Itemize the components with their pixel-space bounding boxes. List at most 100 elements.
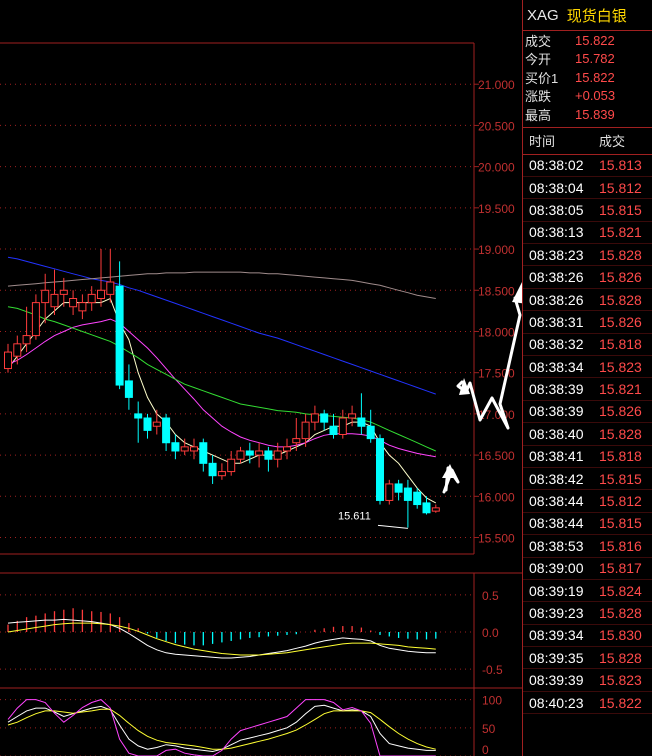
candle xyxy=(171,434,180,460)
price-tick-label: 18.000 xyxy=(478,325,515,339)
candle xyxy=(134,401,143,443)
candle xyxy=(366,409,375,443)
tick-row[interactable]: 08:39:23 15.828 xyxy=(523,602,652,625)
candle xyxy=(69,290,78,315)
tick-time: 08:39:00 xyxy=(529,560,584,577)
price-tick-label: 18.500 xyxy=(478,284,515,298)
price-tick-label: 17.500 xyxy=(478,367,515,381)
tick-row[interactable]: 08:40:23 15.822 xyxy=(523,692,652,715)
quote-panel: XAG 现货白银 成交 15.822 今开 15.782 买价1 15.822 涨跌 +0.0… xyxy=(522,0,652,756)
candle-body xyxy=(366,425,375,440)
tick-row[interactable]: 08:38:44 15.812 xyxy=(523,490,652,513)
tick-price: 15.826 xyxy=(599,269,642,286)
candle xyxy=(394,479,403,501)
price-tick-label: 15.500 xyxy=(478,532,515,546)
kdj-k-line xyxy=(7,704,436,753)
quote-field-value: 15.782 xyxy=(575,51,615,67)
tick-time: 08:38:04 xyxy=(529,179,584,196)
tick-row[interactable]: 08:39:39 15.823 xyxy=(523,669,652,692)
quote-field-row: 今开 15.782 xyxy=(523,50,652,69)
candle-body xyxy=(413,491,422,506)
quote-field-row: 涨跌 +0.053 xyxy=(523,87,652,106)
tick-time: 08:38:26 xyxy=(529,269,584,286)
candle-body xyxy=(22,335,31,345)
ma-line xyxy=(7,256,436,395)
low-annotation-label: 15.611 xyxy=(338,510,371,522)
quote-field-value: +0.053 xyxy=(575,88,616,104)
kdj-j-line xyxy=(7,699,436,756)
price-tick-label: 16.500 xyxy=(478,449,515,463)
tick-price: 15.828 xyxy=(599,605,642,621)
tick-row[interactable]: 08:38:26 15.828 xyxy=(523,289,652,312)
tick-row[interactable]: 08:38:39 15.826 xyxy=(523,401,652,424)
tick-time-header: 时间 xyxy=(529,134,556,149)
macd-tick-label: 0.5 xyxy=(482,589,499,603)
candle xyxy=(190,438,198,460)
tick-price: 15.828 xyxy=(599,649,642,666)
tick-row[interactable]: 08:38:34 15.823 xyxy=(523,356,652,379)
tick-price: 15.813 xyxy=(599,157,642,174)
tick-row[interactable]: 08:38:23 15.828 xyxy=(523,244,652,267)
candle-body xyxy=(208,462,217,477)
tick-row[interactable]: 08:39:19 15.824 xyxy=(523,580,652,603)
chart-area[interactable]: 21.000 20.500 20.000 19.500 19.000 18.500 18.0… xyxy=(0,0,522,756)
tick-time: 08:38:41 xyxy=(529,448,584,465)
tick-price: 15.828 xyxy=(599,246,642,263)
symbol-code: XAG xyxy=(527,6,559,24)
quote-field-value: 15.839 xyxy=(575,106,615,122)
tick-row[interactable]: 08:38:04 15.812 xyxy=(523,177,652,200)
candle-body xyxy=(273,450,282,460)
candle xyxy=(236,446,245,464)
candle xyxy=(227,450,236,476)
tick-row[interactable]: 08:38:31 15.826 xyxy=(523,311,652,334)
price-tick-label: 21.000 xyxy=(478,78,515,92)
tick-price: 15.824 xyxy=(599,582,642,599)
candle-body xyxy=(431,507,440,512)
candle-body xyxy=(292,438,301,444)
tick-row[interactable]: 08:38:40 15.828 xyxy=(523,423,652,446)
tick-row[interactable]: 08:39:00 15.817 xyxy=(523,558,652,580)
macd-tick-label: 0.0 xyxy=(482,626,499,640)
tick-price-header: 成交 xyxy=(599,134,626,149)
price-tick-label: 19.000 xyxy=(478,243,515,257)
candle-body xyxy=(357,417,366,427)
tick-price: 15.816 xyxy=(599,537,642,554)
tick-row[interactable]: 08:38:39 15.821 xyxy=(523,378,652,401)
candle-body xyxy=(348,413,357,419)
tick-row[interactable]: 08:38:13 15.821 xyxy=(523,222,652,245)
price-tick-label: 19.500 xyxy=(478,202,515,216)
candle-body xyxy=(4,351,12,370)
candle xyxy=(152,409,161,435)
tick-row[interactable]: 08:39:35 15.828 xyxy=(523,647,652,670)
ma-line xyxy=(7,271,436,299)
candle xyxy=(143,413,152,439)
tick-row[interactable]: 08:38:53 15.816 xyxy=(523,535,652,558)
quote-field-row: 买价1 15.822 xyxy=(523,68,652,87)
tick-price: 15.818 xyxy=(599,448,642,465)
candle-body xyxy=(143,417,152,431)
tick-row[interactable]: 08:38:26 15.826 xyxy=(523,266,652,289)
tick-row[interactable]: 08:38:42 15.815 xyxy=(523,468,652,491)
kdj-tick-label: 0 xyxy=(482,743,489,756)
candle xyxy=(217,463,226,480)
tick-row[interactable]: 08:38:32 15.818 xyxy=(523,334,652,357)
tick-row[interactable]: 08:38:41 15.818 xyxy=(523,446,652,468)
candle-body xyxy=(31,302,40,337)
tick-price: 15.828 xyxy=(599,291,642,308)
price-tick-label: 16.000 xyxy=(478,490,515,504)
candle-body xyxy=(376,438,384,501)
tick-row[interactable]: 08:38:02 15.813 xyxy=(523,155,652,177)
tick-price: 15.821 xyxy=(599,224,642,241)
candle xyxy=(115,261,124,390)
tick-row[interactable]: 08:38:05 15.815 xyxy=(523,199,652,222)
tick-row[interactable]: 08:38:44 15.815 xyxy=(523,513,652,536)
tick-row[interactable]: 08:39:34 15.830 xyxy=(523,625,652,648)
candle xyxy=(78,294,87,320)
tick-price: 15.815 xyxy=(599,515,642,532)
candle-body xyxy=(78,302,87,312)
tick-list[interactable]: 08:38:02 15.813 08:38:04 15.812 08:38:05 15.8… xyxy=(523,155,652,715)
candle-body xyxy=(97,289,105,299)
candle xyxy=(106,249,115,303)
quote-field-value: 15.822 xyxy=(575,32,615,48)
tick-time: 08:38:26 xyxy=(529,291,584,308)
